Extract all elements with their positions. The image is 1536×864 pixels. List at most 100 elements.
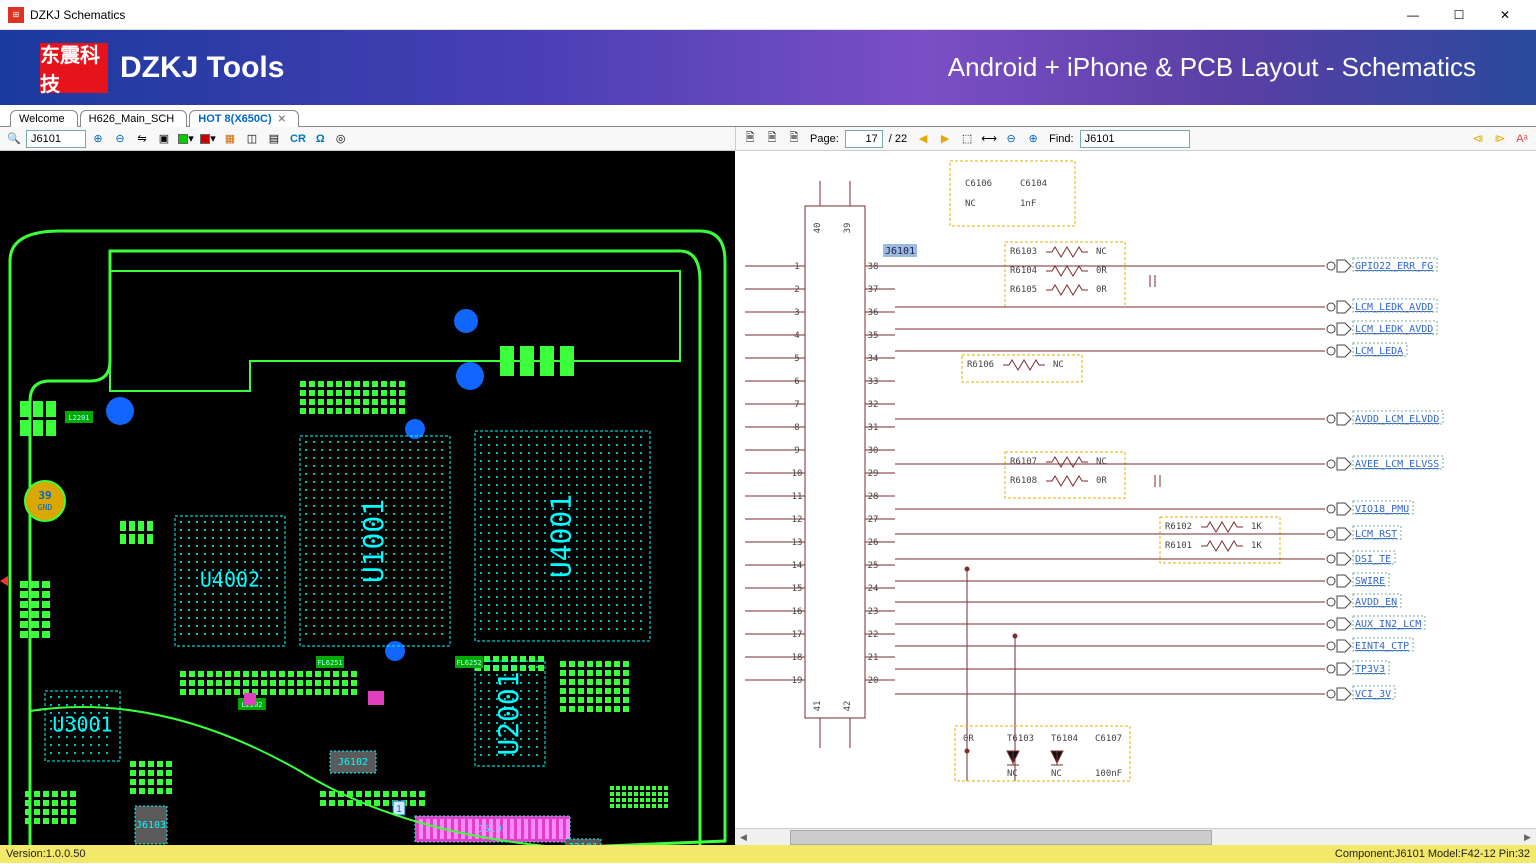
component-label: Component:J6101 Model:F42-12 Pin:32 xyxy=(1335,848,1530,860)
svg-text:100nF: 100nF xyxy=(1095,769,1122,779)
svg-text:U3001: U3001 xyxy=(52,713,112,737)
svg-text:16: 16 xyxy=(792,607,803,617)
tab-hot8[interactable]: HOT 8(X650C)✕ xyxy=(189,110,299,127)
svg-text:2: 2 xyxy=(794,285,799,295)
svg-text:LCM_LEDK_AVDD: LCM_LEDK_AVDD xyxy=(1355,302,1433,313)
cr-label[interactable]: CR xyxy=(286,133,310,145)
sch-zoom-in-button[interactable]: ⊕ xyxy=(1023,129,1043,149)
layers-button[interactable]: ▤ xyxy=(264,129,284,149)
fit-button[interactable]: ⬚ xyxy=(957,129,977,149)
svg-text:R6102: R6102 xyxy=(1165,522,1192,532)
svg-text:33: 33 xyxy=(868,377,879,387)
svg-text:SWIRE: SWIRE xyxy=(1355,576,1385,587)
grid-button[interactable]: ▦ xyxy=(220,129,240,149)
next-page-button[interactable]: ▶ xyxy=(935,129,955,149)
svg-text:28: 28 xyxy=(868,492,879,502)
svg-text:T6104: T6104 xyxy=(1051,734,1078,744)
svg-text:1nF: 1nF xyxy=(1020,199,1036,209)
svg-text:7: 7 xyxy=(794,400,799,410)
color1-button[interactable]: ▾ xyxy=(176,129,196,149)
fit-width-button[interactable]: ⟷ xyxy=(979,129,999,149)
svg-text:21: 21 xyxy=(868,653,879,663)
scroll-left-button[interactable]: ◀ xyxy=(735,830,752,845)
doc2-button[interactable]: 🗎 xyxy=(762,129,782,149)
schematic-canvas[interactable]: J610140394142138237336435534633732831930… xyxy=(735,151,1536,828)
svg-text:0R: 0R xyxy=(1096,266,1107,276)
zoom-out-button[interactable]: ⊖ xyxy=(110,129,130,149)
svg-text:10: 10 xyxy=(792,469,803,479)
svg-text:R6106: R6106 xyxy=(967,360,994,370)
svg-text:R6104: R6104 xyxy=(1010,266,1037,276)
bookmark-next-button[interactable]: ⧐ xyxy=(1490,129,1510,149)
svg-text:5: 5 xyxy=(794,354,799,364)
svg-text:42: 42 xyxy=(843,701,853,712)
tab-close-icon[interactable]: ✕ xyxy=(278,114,286,125)
svg-text:TP3V3: TP3V3 xyxy=(1355,664,1385,675)
find-input[interactable] xyxy=(1080,130,1190,148)
svg-text:27: 27 xyxy=(868,515,879,525)
prev-page-button[interactable]: ◀ xyxy=(913,129,933,149)
pcb-search-input[interactable] xyxy=(26,130,86,148)
svg-text:41: 41 xyxy=(813,701,823,712)
color2-button[interactable]: ▾ xyxy=(198,129,218,149)
flip-h-button[interactable]: ⇋ xyxy=(132,129,152,149)
pcb-view[interactable]: U4002U1001U4001U3001U2001J6101J6102J2101… xyxy=(0,151,735,845)
svg-text:J6103: J6103 xyxy=(136,820,166,831)
zoom-in-button[interactable]: ⊕ xyxy=(88,129,108,149)
sch-zoom-out-button[interactable]: ⊖ xyxy=(1001,129,1021,149)
app-icon: ⊞ xyxy=(8,7,24,23)
schematic-view[interactable]: J610140394142138237336435534633732831930… xyxy=(735,151,1536,828)
svg-text:39: 39 xyxy=(38,489,51,502)
svg-text:20: 20 xyxy=(868,676,879,686)
schematic-pane: J610140394142138237336435534633732831930… xyxy=(735,151,1536,845)
search-icon[interactable]: 🔍 xyxy=(4,129,24,149)
svg-text:R6101: R6101 xyxy=(1165,541,1192,551)
pcb-canvas[interactable]: U4002U1001U4001U3001U2001J6101J6102J2101… xyxy=(0,151,735,845)
close-button[interactable]: ✕ xyxy=(1482,0,1528,30)
minimize-button[interactable]: — xyxy=(1390,0,1436,30)
select-button[interactable]: ◫ xyxy=(242,129,262,149)
svg-text:39: 39 xyxy=(843,223,853,234)
svg-text:VCI_3V: VCI_3V xyxy=(1355,689,1391,700)
doc1-button[interactable]: 🗎 xyxy=(740,129,760,149)
svg-text:R6103: R6103 xyxy=(1010,247,1037,257)
svg-text:AVDD_EN: AVDD_EN xyxy=(1355,597,1397,608)
svg-text:U4002: U4002 xyxy=(200,568,260,592)
layer-button[interactable]: ▣ xyxy=(154,129,174,149)
svg-text:29: 29 xyxy=(868,469,879,479)
svg-text:6: 6 xyxy=(794,377,799,387)
main-split: U4002U1001U4001U3001U2001J6101J6102J2101… xyxy=(0,151,1536,845)
scroll-right-button[interactable]: ▶ xyxy=(1519,830,1536,845)
svg-text:NC: NC xyxy=(1096,247,1107,257)
tab-main-sch[interactable]: H626_Main_SCH xyxy=(80,110,188,127)
svg-text:AVDD_LCM_ELVDD: AVDD_LCM_ELVDD xyxy=(1355,414,1439,425)
svg-text:4: 4 xyxy=(794,331,799,341)
window-title: DZKJ Schematics xyxy=(30,8,1390,22)
svg-text:NC: NC xyxy=(1007,769,1018,779)
target-button[interactable]: ◎ xyxy=(331,129,351,149)
ohm-label[interactable]: Ω xyxy=(312,133,329,145)
svg-text:35: 35 xyxy=(868,331,879,341)
tab-welcome[interactable]: Welcome xyxy=(10,110,78,127)
svg-text:38: 38 xyxy=(868,262,879,272)
svg-text:VIO18_PMU: VIO18_PMU xyxy=(1355,504,1409,515)
svg-text:AUX_IN2_LCM: AUX_IN2_LCM xyxy=(1355,619,1421,630)
title-bar: ⊞ DZKJ Schematics — ☐ ✕ xyxy=(0,0,1536,30)
svg-text:36: 36 xyxy=(868,308,879,318)
svg-text:0R: 0R xyxy=(1096,285,1107,295)
svg-text:18: 18 xyxy=(792,653,803,663)
svg-text:19: 19 xyxy=(792,676,803,686)
doc3-button[interactable]: 🗎 xyxy=(784,129,804,149)
text-style-button[interactable]: Aᵃ xyxy=(1512,129,1532,149)
svg-text:NC: NC xyxy=(965,199,976,209)
tool-name: DZKJ Tools xyxy=(120,51,284,85)
svg-text:NC: NC xyxy=(1051,769,1062,779)
find-label: Find: xyxy=(1045,133,1077,145)
page-input[interactable] xyxy=(845,130,883,148)
svg-text:17: 17 xyxy=(792,630,803,640)
svg-text:GND: GND xyxy=(38,503,53,512)
svg-text:34: 34 xyxy=(868,354,879,364)
schematic-h-scrollbar[interactable]: ◀ ▶ xyxy=(735,828,1536,845)
bookmark-prev-button[interactable]: ⧏ xyxy=(1468,129,1488,149)
maximize-button[interactable]: ☐ xyxy=(1436,0,1482,30)
